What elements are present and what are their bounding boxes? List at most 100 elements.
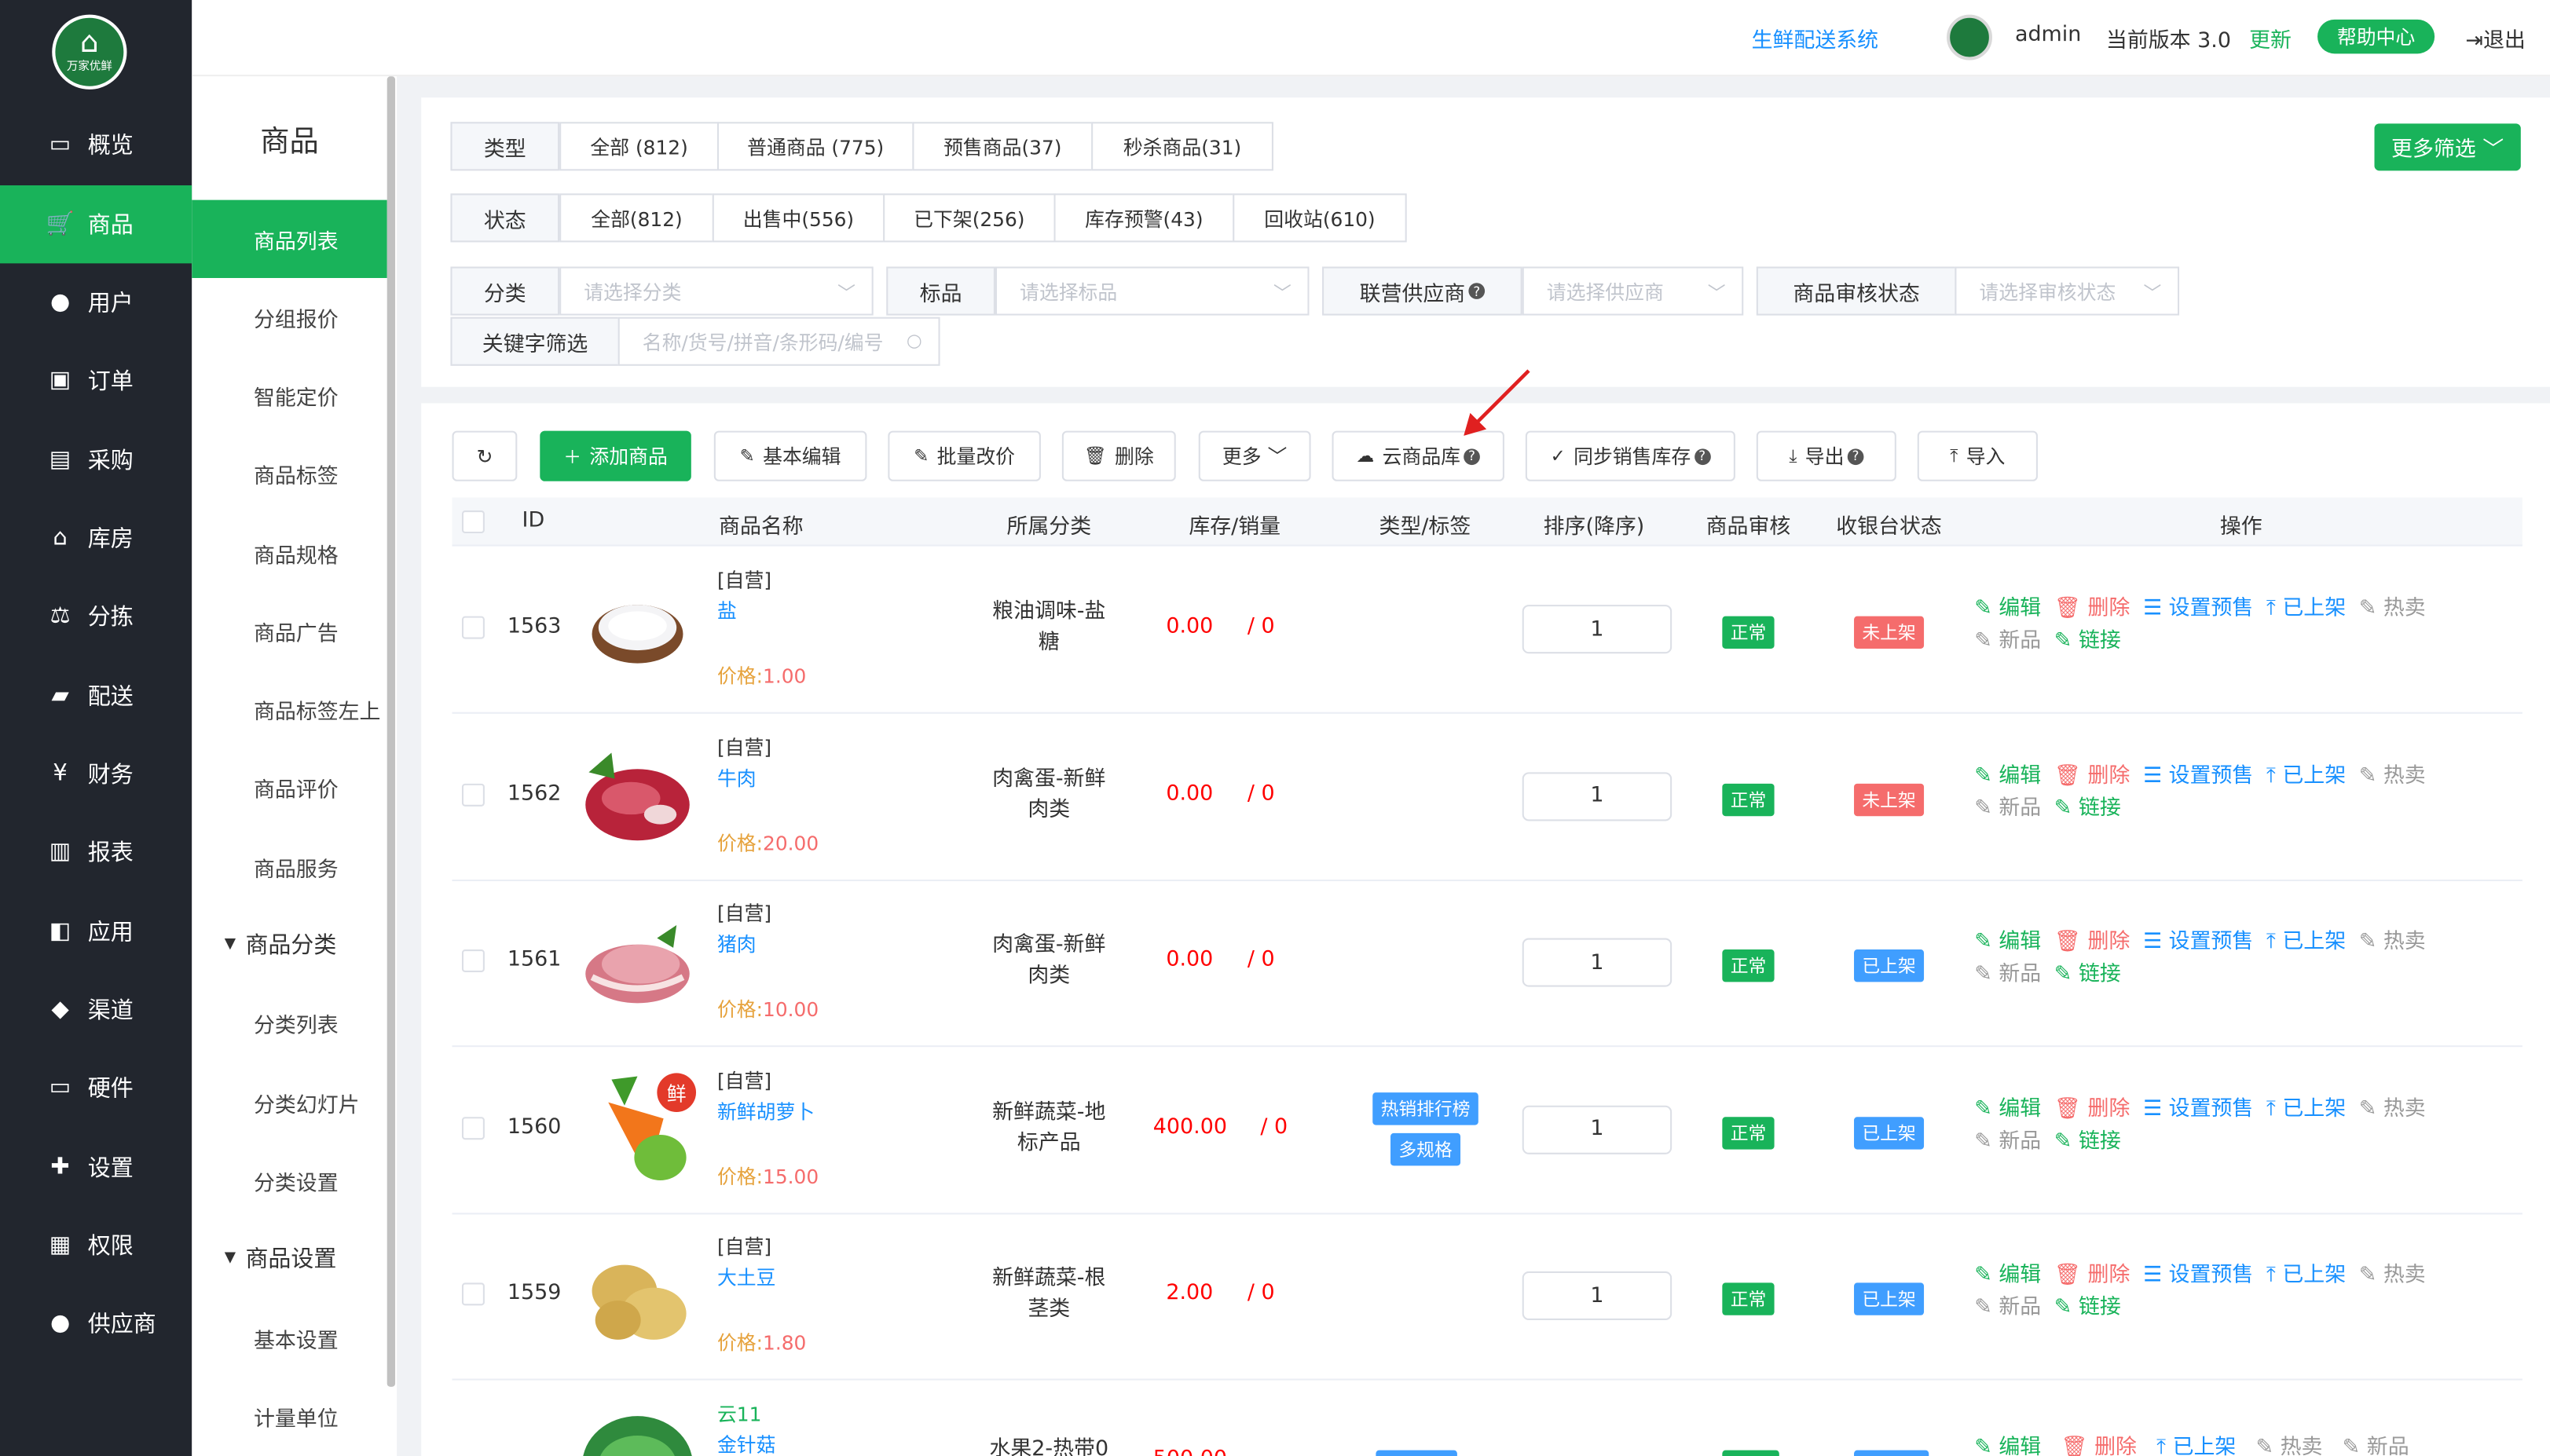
delete-action[interactable]: 🗑 删除 [2054, 594, 2130, 626]
hot-action[interactable]: ✎ 热卖 [2359, 594, 2426, 626]
product-name[interactable]: 盐 [717, 597, 737, 624]
sort-input[interactable]: 1 [1522, 605, 1673, 654]
delete-action[interactable]: 🗑 删除 [2054, 760, 2130, 792]
nav-item-suppliers[interactable]: ● 供应商 [0, 1284, 192, 1362]
nav-item-users[interactable]: ● 用户 [0, 263, 192, 341]
edit-action[interactable]: ✎ 编辑 [1974, 1432, 2041, 1456]
table-row[interactable]: 1561 [自营] 猪肉 价格:10.00 肉禽蛋-新鲜 肉类 0.00 / 0 1 正常 已上架 ✎… [452, 880, 2523, 1048]
hot-action[interactable]: ✎ 热卖 [2255, 1432, 2322, 1456]
sort-input[interactable]: 1 [1522, 1271, 1673, 1321]
subnav-item[interactable]: 商品评价 [192, 748, 387, 825]
question-icon[interactable]: ? [1468, 283, 1486, 299]
batch-price-button[interactable]: ✎ 批量改价 [888, 430, 1041, 481]
new-action[interactable]: ✎ 新品 [1974, 959, 2041, 991]
onshelf-action[interactable]: ⤒ 已上架 [2156, 1432, 2236, 1456]
product-name[interactable]: 牛肉 [717, 763, 757, 791]
edit-action[interactable]: ✎ 编辑 [1974, 1093, 2041, 1125]
nav-item-sorting[interactable]: ⚖ 分拣 [0, 577, 192, 655]
nav-item-settings[interactable]: ✚ 设置 [0, 1129, 192, 1206]
standard-select[interactable]: 请选择标品 ﹀ [995, 266, 1310, 316]
set-presale-action[interactable]: ☰ 设置预售 [2143, 760, 2253, 792]
nav-item-warehouse[interactable]: ⌂ 库房 [0, 499, 192, 577]
cloud-goods-button[interactable]: ☁ 云商品库? [1332, 430, 1504, 481]
row-checkbox[interactable] [461, 1116, 485, 1140]
sync-stock-button[interactable]: ✓ 同步销售库存? [1525, 430, 1735, 481]
new-action[interactable]: ✎ 新品 [1974, 792, 2041, 825]
category-select[interactable]: 请选择分类 ﹀ [559, 266, 874, 316]
nav-item-hardware[interactable]: ▭ 硬件 [0, 1048, 192, 1126]
nav-item-reports[interactable]: ▥ 报表 [0, 813, 192, 891]
table-row[interactable]: 云11 金针菇 水果2-热带0 500.00 ✎ 编辑 🗑 删除 ⤒ 已上架 ✎… [452, 1381, 2523, 1456]
more-filter-button[interactable]: 更多筛选 ﹀ [2374, 123, 2521, 171]
subnav-item[interactable]: 商品规格 [192, 514, 387, 591]
onshelf-action[interactable]: ⤒ 已上架 [2266, 1260, 2346, 1292]
set-presale-action[interactable]: ☰ 设置预售 [2143, 1093, 2253, 1125]
hot-action[interactable]: ✎ 热卖 [2359, 760, 2426, 792]
set-presale-action[interactable]: ☰ 设置预售 [2143, 594, 2253, 626]
brand-logo[interactable]: ⌂ 万家优鲜 [52, 14, 127, 90]
pos-badge[interactable]: 未上架 [1854, 616, 1925, 649]
nav-item-permissions[interactable]: ▦ 权限 [0, 1206, 192, 1284]
link-action[interactable]: ✎ 链接 [2054, 1293, 2121, 1325]
edit-action[interactable]: ✎ 编辑 [1974, 1260, 2041, 1292]
add-goods-button[interactable]: ＋ 添加商品 [540, 430, 691, 481]
set-presale-action[interactable]: ☰ 设置预售 [2143, 927, 2253, 959]
subnav-item[interactable]: 基本设置 [192, 1299, 387, 1377]
type-filter-all[interactable]: 全部 (812) [559, 122, 720, 171]
subnav-item[interactable]: 商品列表 [192, 199, 387, 279]
link-action[interactable]: ✎ 链接 [2054, 1126, 2121, 1158]
link-action[interactable]: ✎ 链接 [2054, 626, 2121, 658]
export-button[interactable]: ⤓ 导出? [1756, 430, 1896, 481]
sort-input[interactable]: 1 [1522, 938, 1673, 987]
nav-item-apps[interactable]: ◧ 应用 [0, 893, 192, 971]
product-name[interactable]: 新鲜胡萝卜 [717, 1096, 815, 1124]
keyword-input[interactable]: 名称/货号/拼音/条形码/编号 ○ [617, 316, 940, 366]
new-action[interactable]: ✎ 新品 [1974, 1126, 2041, 1158]
table-row[interactable]: 1562 [自营] 牛肉 价格:20.00 肉禽蛋-新鲜 肉类 0.00 / 0 1 正常 未上架 ✎… [452, 713, 2523, 881]
subnav-item[interactable]: 分组报价 [192, 278, 387, 356]
onshelf-action[interactable]: ⤒ 已上架 [2266, 760, 2346, 792]
onshelf-action[interactable]: ⤒ 已上架 [2266, 1093, 2346, 1125]
audit-select[interactable]: 请选择审核状态 ﹀ [1955, 266, 2180, 316]
pos-badge[interactable]: 未上架 [1854, 782, 1925, 816]
nav-item-purchase[interactable]: ▤ 采购 [0, 421, 192, 499]
hot-action[interactable]: ✎ 热卖 [2359, 1093, 2426, 1125]
type-filter-presale[interactable]: 预售商品(37) [912, 122, 1094, 171]
status-filter-all[interactable]: 全部(812) [559, 193, 714, 243]
avatar[interactable] [1947, 14, 1992, 60]
product-name[interactable]: 金针菇 [717, 1431, 776, 1456]
onshelf-action[interactable]: ⤒ 已上架 [2266, 927, 2346, 959]
set-presale-action[interactable]: ☰ 设置预售 [2143, 1260, 2253, 1292]
onshelf-action[interactable]: ⤒ 已上架 [2266, 594, 2346, 626]
subnav-item[interactable]: 商品服务 [192, 828, 387, 905]
new-action[interactable]: ✎ 新品 [2343, 1432, 2409, 1456]
import-button[interactable]: ⤒ 导入 [1917, 430, 2038, 481]
table-row[interactable]: 1563 [自营] 盐价格:1.00 粮油调味-盐糖 0.00 / 0 1 正常 未上架 ✎ 编辑… [452, 547, 2523, 714]
row-checkbox[interactable] [461, 616, 485, 639]
more-actions-button[interactable]: 更多 ﹀ [1198, 430, 1311, 481]
nav-item-orders[interactable]: ▣ 订单 [0, 342, 192, 419]
hot-action[interactable]: ✎ 热卖 [2359, 927, 2426, 959]
nav-item-channels[interactable]: ◆ 渠道 [0, 971, 192, 1048]
subnav-group-settings[interactable]: ▼ 商品设置 [192, 1220, 387, 1297]
nav-item-finance[interactable]: ¥ 财务 [0, 735, 192, 813]
link-action[interactable]: ✎ 链接 [2054, 959, 2121, 991]
delete-button[interactable]: 🗑 删除 [1061, 430, 1176, 481]
row-checkbox[interactable] [461, 1282, 485, 1306]
pos-badge[interactable]: 已上架 [1854, 949, 1925, 982]
nav-item-goods[interactable]: 🛒 商品 [0, 185, 192, 264]
system-name[interactable]: 生鲜配送系统 [1752, 23, 1879, 53]
update-link[interactable]: 更新 [2249, 23, 2292, 53]
subnav-item[interactable]: 分类设置 [192, 1141, 387, 1219]
new-action[interactable]: ✎ 新品 [1974, 626, 2041, 658]
pos-badge[interactable]: 已上架 [1854, 1116, 1925, 1149]
sort-input[interactable]: 1 [1522, 1104, 1673, 1154]
username[interactable]: admin [2015, 23, 2081, 47]
row-checkbox[interactable] [461, 782, 485, 806]
nav-item-overview[interactable]: ▭ 概览 [0, 106, 192, 184]
new-action[interactable]: ✎ 新品 [1974, 1293, 2041, 1325]
status-filter-offshelf[interactable]: 已下架(256) [883, 193, 1056, 243]
hot-action[interactable]: ✎ 热卖 [2359, 1260, 2426, 1292]
edit-action[interactable]: ✎ 编辑 [1974, 927, 2041, 959]
subnav-item[interactable]: 商品标签左上 [192, 670, 387, 748]
